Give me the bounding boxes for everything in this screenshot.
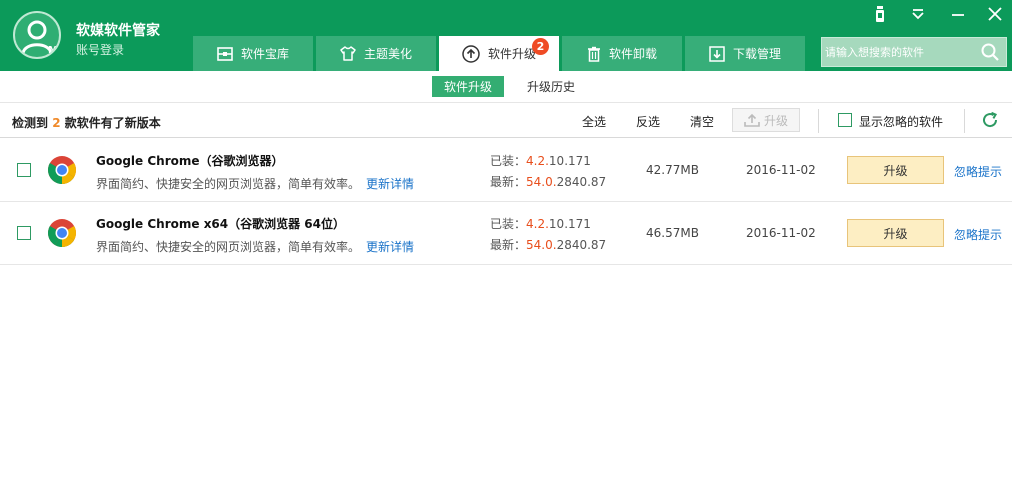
clear-selection-button[interactable]: 清空 [690,113,714,130]
search-box [821,37,1007,67]
description-text: 界面简约、快捷安全的网页浏览器，简单有效率。 [96,177,361,191]
latest-minor: 2840.87 [556,238,607,252]
minimize-icon[interactable] [947,4,969,24]
software-description: 界面简约、快捷安全的网页浏览器，简单有效率。 更新详情 [96,175,414,192]
latest-version: 最新：54.0.2840.87 [490,173,606,190]
tab-label: 主题美化 [363,47,412,61]
release-date: 2016-11-02 [746,226,816,240]
update-details-link[interactable]: 更新详情 [366,240,414,254]
table-row: Google Chrome x64（谷歌浏览器 64位） 界面简约、快捷安全的网… [0,202,1012,265]
installed-version: 已装：4.2.10.171 [490,215,591,232]
search-icon[interactable] [980,42,1000,65]
update-details-link[interactable]: 更新详情 [366,177,414,191]
upload-icon [744,113,760,127]
tab-download-manager[interactable]: 下载管理 [685,36,805,71]
installed-label: 已装： [490,217,527,231]
latest-major: 54.0. [526,175,557,189]
latest-label: 最新： [490,175,527,189]
batch-upgrade-label: 升级 [763,113,788,128]
row-checkbox[interactable] [17,226,31,240]
subtab-upgrade-history[interactable]: 升级历史 [515,76,587,97]
row-checkbox[interactable] [17,163,31,177]
account-login-link[interactable]: 账号登录 [76,41,124,58]
tab-label: 软件卸载 [608,47,657,61]
show-ignored-checkbox[interactable] [838,113,852,127]
summary-suffix: 款软件有了新版本 [64,116,161,130]
header-bar: M 软媒软件管家 账号登录 软件宝库 主题美化 软件升级 2 软件卸载 下载管理… [0,0,1012,71]
tab-uninstall[interactable]: 软件卸载 [562,36,682,71]
menu-chevron-icon[interactable] [907,4,929,24]
skin-icon[interactable] [869,4,891,24]
invert-selection-button[interactable]: 反选 [636,113,660,130]
select-all-button[interactable]: 全选 [582,113,606,130]
close-icon[interactable] [984,4,1006,24]
upgrade-arrow-icon [462,44,480,63]
ignore-prompt-link[interactable]: 忽略提示 [954,226,1002,243]
upgrade-button[interactable]: 升级 [847,156,944,184]
latest-major: 54.0. [526,238,557,252]
latest-minor: 2840.87 [556,175,607,189]
download-icon [709,45,725,62]
avatar[interactable]: M [13,11,61,59]
shirt-icon [340,46,356,61]
installed-major: 4.2. [526,154,549,168]
installed-minor: 10.171 [548,154,591,168]
app-title: 软媒软件管家 [76,23,160,39]
software-name: Google Chrome x64（谷歌浏览器 64位） [96,217,346,231]
update-count-badge: 2 [532,38,549,55]
subtab-bar: 软件升级 升级历史 [0,71,1012,103]
latest-version: 最新：54.0.2840.87 [490,236,606,253]
summary-prefix: 检测到 [12,116,49,130]
file-size: 46.57MB [646,226,699,240]
subtab-upgrade[interactable]: 软件升级 [432,76,505,97]
divider [964,109,965,133]
library-icon [217,46,233,61]
tab-label: 下载管理 [732,47,781,61]
tab-software-upgrade[interactable]: 软件升级 2 [439,36,559,71]
refresh-icon[interactable] [981,111,999,132]
chrome-icon [47,155,77,185]
svg-text:M: M [48,45,58,56]
ignore-prompt-link[interactable]: 忽略提示 [954,163,1002,180]
installed-major: 4.2. [526,217,549,231]
tab-themes[interactable]: 主题美化 [316,36,436,71]
summary-count: 2 [52,116,61,130]
table-row: Google Chrome（谷歌浏览器） 界面简约、快捷安全的网页浏览器，简单有… [0,139,1012,202]
software-description: 界面简约、快捷安全的网页浏览器，简单有效率。 更新详情 [96,238,414,255]
batch-upgrade-button[interactable]: 升级 [732,108,800,132]
user-icon: M [21,20,58,56]
release-date: 2016-11-02 [746,163,816,177]
latest-label: 最新： [490,238,527,252]
tab-label: 软件升级 [487,47,536,61]
toolbar: 检测到 2 款软件有了新版本 全选 反选 清空 升级 显示忽略的软件 [0,103,1012,138]
file-size: 42.77MB [646,163,699,177]
tab-label: 软件宝库 [240,47,289,61]
installed-version: 已装：4.2.10.171 [490,152,591,169]
upgrade-button[interactable]: 升级 [847,219,944,247]
installed-minor: 10.171 [548,217,591,231]
divider [818,109,819,133]
search-input[interactable] [825,42,975,62]
chrome-icon [47,218,77,248]
trash-icon [587,46,601,62]
tab-software-library[interactable]: 软件宝库 [193,36,313,71]
description-text: 界面简约、快捷安全的网页浏览器，简单有效率。 [96,240,361,254]
app-window: M 软媒软件管家 账号登录 软件宝库 主题美化 软件升级 2 软件卸载 下载管理… [0,0,1012,482]
installed-label: 已装： [490,154,527,168]
software-name: Google Chrome（谷歌浏览器） [96,154,284,168]
update-summary: 检测到 2 款软件有了新版本 [12,114,161,131]
show-ignored-label: 显示忽略的软件 [859,115,944,129]
